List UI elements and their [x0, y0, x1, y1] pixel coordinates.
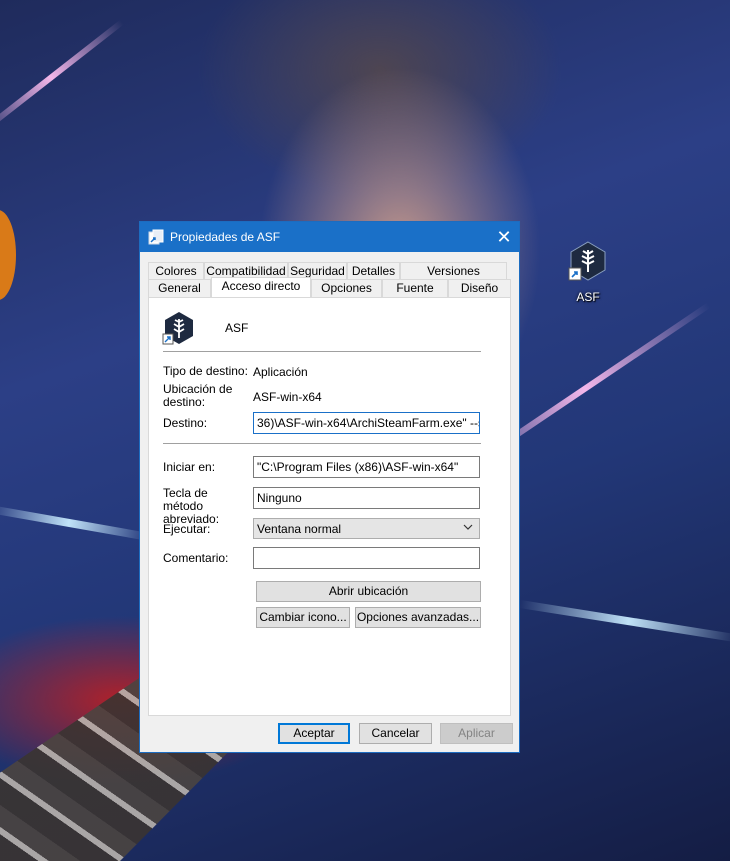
comment-field[interactable] [253, 547, 480, 569]
target-location-label: Ubicación de destino: [163, 382, 233, 409]
wallpaper-neon-beam [0, 19, 124, 136]
divider [163, 351, 481, 352]
run-label: Ejecutar: [163, 522, 211, 536]
shortcut-name: ASF [225, 321, 249, 335]
wallpaper-orange-shape [0, 210, 16, 300]
properties-window-icon [148, 229, 164, 245]
shortcut-tab-panel: ASF Tipo de destino: Aplicación Ubicació… [148, 297, 511, 716]
desktop-shortcut-label: ASF [576, 290, 600, 304]
wallpaper-light-streak [0, 505, 149, 541]
tab-versiones-anteriores[interactable]: Versiones anteriores [400, 262, 507, 295]
start-in-field[interactable]: "C:\Program Files (x86)\ASF-win-x64" [253, 456, 480, 478]
apply-button[interactable]: Aplicar [440, 723, 513, 744]
target-type-value: Aplicación [253, 365, 308, 379]
hotkey-label: Tecla de método abreviado: [163, 486, 220, 526]
tab-detalles[interactable]: Detalles [347, 262, 400, 280]
wallpaper-light-streak [519, 600, 730, 643]
tab-fuente[interactable]: Fuente [382, 279, 448, 297]
hotkey-field[interactable]: Ninguno [253, 487, 480, 509]
advanced-options-button[interactable]: Opciones avanzadas... [355, 607, 481, 628]
properties-dialog: Propiedades de ASF ✕ Colores Compatibili… [139, 221, 520, 753]
asf-shortcut-icon [162, 311, 196, 345]
divider [163, 443, 481, 444]
tab-opciones[interactable]: Opciones [311, 279, 382, 297]
target-location-value: ASF-win-x64 [253, 390, 322, 404]
target-type-label: Tipo de destino: [163, 364, 248, 378]
dialog-titlebar[interactable]: Propiedades de ASF ✕ [140, 222, 519, 252]
desktop-shortcut-asf[interactable]: ASF [558, 240, 618, 304]
tab-row-back: Colores Compatibilidad Seguridad Detalle… [148, 262, 507, 295]
start-in-label: Iniciar en: [163, 460, 216, 474]
target-field[interactable]: 36)\ASF-win-x64\ArchiSteamFarm.exe" --se… [253, 412, 480, 434]
run-dropdown[interactable]: Ventana normal [253, 518, 480, 539]
target-label: Destino: [163, 416, 208, 430]
tab-strip: Colores Compatibilidad Seguridad Detalle… [148, 262, 511, 298]
cancel-button[interactable]: Cancelar [359, 723, 432, 744]
ok-button[interactable]: Aceptar [278, 723, 350, 744]
run-dropdown-value: Ventana normal [257, 522, 342, 536]
open-location-button[interactable]: Abrir ubicación [256, 581, 481, 602]
change-icon-button[interactable]: Cambiar icono... [256, 607, 350, 628]
comment-label: Comentario: [163, 551, 229, 565]
close-icon[interactable]: ✕ [489, 222, 519, 252]
tab-diseno[interactable]: Diseño [448, 279, 511, 297]
chevron-down-icon [463, 520, 473, 537]
asf-app-icon [567, 240, 609, 282]
tab-row-front: General Acceso directo Opciones Fuente D… [148, 277, 511, 297]
tab-colores[interactable]: Colores [148, 262, 204, 280]
dialog-title: Propiedades de ASF [170, 230, 281, 244]
tab-general[interactable]: General [148, 279, 211, 297]
tab-acceso-directo[interactable]: Acceso directo [211, 277, 311, 297]
